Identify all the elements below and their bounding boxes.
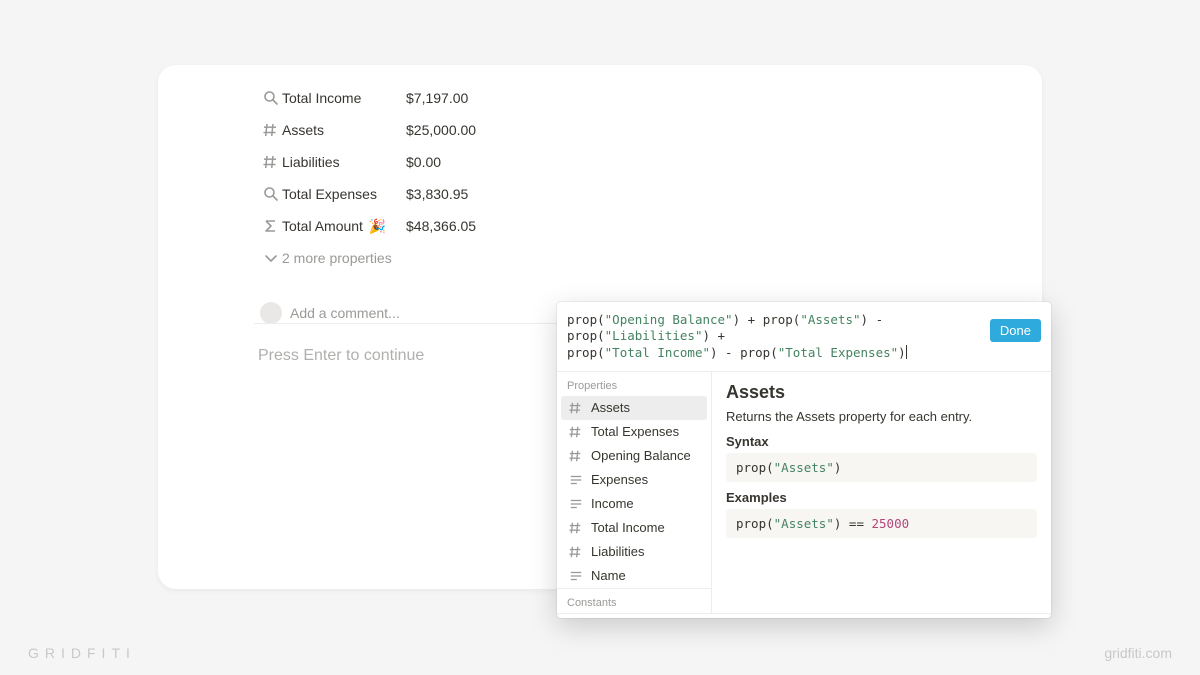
property-option-label: Expenses — [591, 472, 648, 487]
text-cursor — [906, 345, 907, 359]
property-row[interactable]: Liabilities $0.00 — [260, 146, 800, 178]
property-name: Liabilities — [282, 154, 406, 170]
doc-description: Returns the Assets property for each ent… — [726, 409, 1037, 424]
property-row[interactable]: Assets $25,000.00 — [260, 114, 800, 146]
property-value: $48,366.05 — [406, 218, 476, 234]
formula-footer: ⌘+Enter to accept Learn more about formu… — [557, 613, 1051, 618]
number-icon — [569, 521, 583, 535]
property-name: Assets — [282, 122, 406, 138]
property-option[interactable]: Opening Balance — [561, 444, 707, 468]
property-option-label: Income — [591, 496, 634, 511]
more-properties-label: 2 more properties — [282, 250, 392, 266]
section-header-properties: Properties — [557, 372, 711, 396]
property-list: Total Income $7,197.00 Assets $25,000.00… — [260, 82, 800, 324]
brand-text-left: GRIDFITI — [28, 645, 136, 661]
property-option[interactable]: Name — [561, 564, 707, 588]
doc-syntax-code: prop("Assets") — [726, 453, 1037, 482]
chevron-down-icon — [260, 250, 282, 266]
property-option[interactable]: Total Income — [561, 516, 707, 540]
property-name: Total Expenses — [282, 186, 406, 202]
property-option[interactable]: Liabilities — [561, 540, 707, 564]
property-option[interactable]: Total Expenses — [561, 420, 707, 444]
property-value: $25,000.00 — [406, 122, 476, 138]
doc-title: Assets — [726, 382, 1037, 403]
property-row[interactable]: Total Income $7,197.00 — [260, 82, 800, 114]
number-icon — [569, 401, 583, 415]
property-option-label: Total Income — [591, 520, 665, 535]
number-icon — [260, 122, 282, 138]
doc-example-code: prop("Assets") == 25000 — [726, 509, 1037, 538]
number-icon — [569, 545, 583, 559]
property-value: $3,830.95 — [406, 186, 468, 202]
property-name: Total Amount 🎉 — [282, 218, 406, 235]
property-option-label: Liabilities — [591, 544, 644, 559]
formula-editor-popover: prop("Opening Balance") + prop("Assets")… — [557, 302, 1051, 618]
number-icon — [569, 425, 583, 439]
property-option[interactable]: Assets — [561, 396, 707, 420]
search-icon — [260, 186, 282, 202]
doc-examples-label: Examples — [726, 490, 1037, 505]
property-row[interactable]: Total Expenses $3,830.95 — [260, 178, 800, 210]
property-option-label: Name — [591, 568, 626, 583]
number-icon — [260, 154, 282, 170]
brand-text-right: gridfiti.com — [1104, 645, 1172, 661]
page-card: Total Income $7,197.00 Assets $25,000.00… — [158, 65, 1042, 589]
property-name: Total Income — [282, 90, 406, 106]
more-properties-toggle[interactable]: 2 more properties — [260, 242, 800, 274]
doc-syntax-label: Syntax — [726, 434, 1037, 449]
done-button[interactable]: Done — [990, 319, 1041, 342]
formula-input[interactable]: prop("Opening Balance") + prop("Assets")… — [557, 302, 1051, 372]
avatar — [260, 302, 282, 324]
property-option-label: Assets — [591, 400, 630, 415]
property-option-label: Total Expenses — [591, 424, 679, 439]
enter-hint: Press Enter to continue — [258, 347, 424, 365]
text-icon — [569, 569, 583, 583]
property-option[interactable]: Expenses — [561, 468, 707, 492]
formula-property-list: Properties Assets Total Expenses Opening… — [557, 372, 712, 613]
formula-doc-panel: Assets Returns the Assets property for e… — [712, 372, 1051, 613]
sigma-icon — [260, 218, 282, 234]
number-icon — [569, 449, 583, 463]
property-option[interactable]: Income — [561, 492, 707, 516]
text-icon — [569, 497, 583, 511]
property-value: $7,197.00 — [406, 90, 468, 106]
property-value: $0.00 — [406, 154, 441, 170]
property-row[interactable]: Total Amount 🎉 $48,366.05 — [260, 210, 800, 242]
search-icon — [260, 90, 282, 106]
section-header-constants: Constants — [557, 589, 711, 613]
property-option-label: Opening Balance — [591, 448, 691, 463]
text-icon — [569, 473, 583, 487]
comment-placeholder: Add a comment... — [290, 305, 400, 321]
